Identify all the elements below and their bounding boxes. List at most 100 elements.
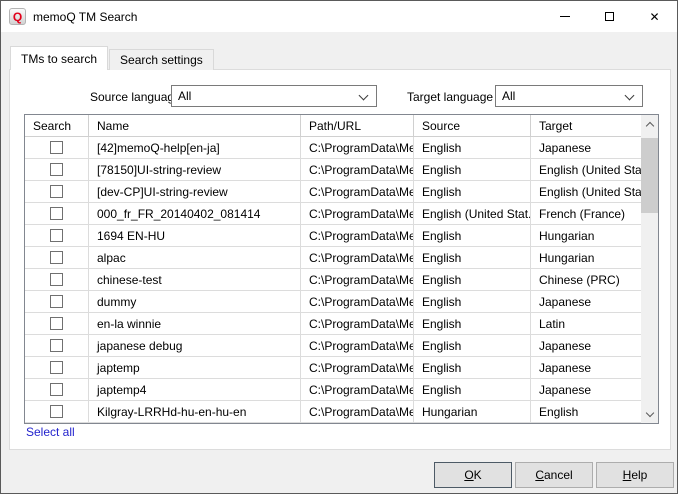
source-language-label: Source language — [90, 89, 181, 105]
row-checkbox[interactable] — [50, 273, 63, 286]
row-checkbox[interactable] — [50, 317, 63, 330]
tabstrip: TMs to search Search settings — [10, 46, 215, 70]
table-row[interactable]: [42]memoQ-help[en-ja] C:\ProgramData\Me.… — [25, 137, 641, 159]
row-name-cell: alpac — [89, 247, 301, 268]
source-language-select[interactable]: All — [171, 85, 377, 107]
row-search-cell — [25, 335, 89, 356]
row-checkbox[interactable] — [50, 361, 63, 374]
minimize-button[interactable] — [542, 1, 587, 32]
select-all-link[interactable]: Select all — [26, 425, 75, 439]
memoq-tm-search-dialog: Q memoQ TM Search ✕ TMs to search Search… — [0, 0, 678, 494]
help-button[interactable]: Help — [596, 462, 674, 488]
table-body: [42]memoQ-help[en-ja] C:\ProgramData\Me.… — [25, 137, 641, 423]
row-target-cell: English — [531, 401, 641, 422]
row-path-cell: C:\ProgramData\Me... — [301, 203, 414, 224]
row-search-cell — [25, 269, 89, 290]
column-header-name[interactable]: Name — [89, 115, 301, 136]
column-header-path-url[interactable]: Path/URL — [301, 115, 414, 136]
row-path-cell: C:\ProgramData\Me... — [301, 335, 414, 356]
row-target-cell: Hungarian — [531, 225, 641, 246]
table-row[interactable]: japtemp4 C:\ProgramData\Me... English Ja… — [25, 379, 641, 401]
vertical-scrollbar[interactable] — [641, 115, 658, 423]
row-search-cell — [25, 181, 89, 202]
row-checkbox[interactable] — [50, 405, 63, 418]
row-path-cell: C:\ProgramData\Me... — [301, 379, 414, 400]
row-name-cell: en-la winnie — [89, 313, 301, 334]
row-path-cell: C:\ProgramData\Me... — [301, 291, 414, 312]
scroll-up-button[interactable] — [641, 115, 658, 132]
table-row[interactable]: en-la winnie C:\ProgramData\Me... Englis… — [25, 313, 641, 335]
scroll-down-button[interactable] — [641, 406, 658, 423]
maximize-button[interactable] — [587, 1, 632, 32]
table-row[interactable]: japtemp C:\ProgramData\Me... English Jap… — [25, 357, 641, 379]
row-checkbox[interactable] — [50, 163, 63, 176]
table-row[interactable]: [dev-CP]UI-string-review C:\ProgramData\… — [25, 181, 641, 203]
tms-to-search-panel: Source language All Target language All … — [9, 69, 671, 450]
column-header-target[interactable]: Target — [531, 115, 641, 136]
row-search-cell — [25, 203, 89, 224]
tab-label: TMs to search — [21, 52, 97, 66]
row-name-cell: [dev-CP]UI-string-review — [89, 181, 301, 202]
cancel-button[interactable]: Cancel — [515, 462, 593, 488]
row-checkbox[interactable] — [50, 295, 63, 308]
row-search-cell — [25, 159, 89, 180]
row-name-cell: Kilgray-LRRHd-hu-en-hu-en — [89, 401, 301, 422]
row-search-cell — [25, 313, 89, 334]
row-source-cell: Hungarian — [414, 401, 531, 422]
tm-table: Search Name Path/URL Source Target [42]m… — [24, 114, 659, 424]
column-header-search[interactable]: Search — [25, 115, 89, 136]
table-row[interactable]: 000_fr_FR_20140402_081414 C:\ProgramData… — [25, 203, 641, 225]
table-row[interactable]: Kilgray-LRRHd-hu-en-hu-en C:\ProgramData… — [25, 401, 641, 423]
table-header: Search Name Path/URL Source Target — [25, 115, 658, 137]
row-source-cell: English — [414, 357, 531, 378]
row-checkbox[interactable] — [50, 207, 63, 220]
maximize-icon — [605, 12, 614, 21]
table-row[interactable]: 1694 EN-HU C:\ProgramData\Me... English … — [25, 225, 641, 247]
table-row[interactable]: alpac C:\ProgramData\Me... English Hunga… — [25, 247, 641, 269]
tab-tms-to-search[interactable]: TMs to search — [10, 46, 108, 70]
caption-buttons: ✕ — [542, 1, 677, 32]
row-source-cell: English — [414, 335, 531, 356]
row-target-cell: Hungarian — [531, 247, 641, 268]
row-search-cell — [25, 225, 89, 246]
row-source-cell: English (United Stat... — [414, 203, 531, 224]
row-source-cell: English — [414, 291, 531, 312]
ok-button[interactable]: OK — [434, 462, 512, 488]
target-language-select[interactable]: All — [495, 85, 643, 107]
row-name-cell: japtemp4 — [89, 379, 301, 400]
row-name-cell: 1694 EN-HU — [89, 225, 301, 246]
row-name-cell: 000_fr_FR_20140402_081414 — [89, 203, 301, 224]
row-target-cell: Chinese (PRC) — [531, 269, 641, 290]
row-source-cell: English — [414, 247, 531, 268]
row-checkbox[interactable] — [50, 251, 63, 264]
row-target-cell: Japanese — [531, 335, 641, 356]
row-checkbox[interactable] — [50, 229, 63, 242]
row-name-cell: [42]memoQ-help[en-ja] — [89, 137, 301, 158]
row-checkbox[interactable] — [50, 339, 63, 352]
close-button[interactable]: ✕ — [632, 1, 677, 32]
row-path-cell: C:\ProgramData\Me... — [301, 247, 414, 268]
scrollbar-thumb[interactable] — [641, 138, 658, 213]
table-row[interactable]: chinese-test C:\ProgramData\Me... Englis… — [25, 269, 641, 291]
row-source-cell: English — [414, 269, 531, 290]
row-search-cell — [25, 291, 89, 312]
chevron-down-icon — [359, 91, 369, 101]
column-header-source[interactable]: Source — [414, 115, 531, 136]
row-source-cell: English — [414, 313, 531, 334]
row-path-cell: C:\ProgramData\Me... — [301, 313, 414, 334]
row-name-cell: [78150]UI-string-review — [89, 159, 301, 180]
memoq-app-icon: Q — [9, 8, 26, 25]
tab-search-settings[interactable]: Search settings — [109, 49, 214, 70]
row-target-cell: Japanese — [531, 137, 641, 158]
table-row[interactable]: dummy C:\ProgramData\Me... English Japan… — [25, 291, 641, 313]
row-target-cell: English (United Sta... — [531, 159, 641, 180]
target-language-value: All — [502, 89, 515, 103]
row-checkbox[interactable] — [50, 185, 63, 198]
row-checkbox[interactable] — [50, 141, 63, 154]
row-checkbox[interactable] — [50, 383, 63, 396]
row-path-cell: C:\ProgramData\Me... — [301, 159, 414, 180]
table-row[interactable]: [78150]UI-string-review C:\ProgramData\M… — [25, 159, 641, 181]
row-source-cell: English — [414, 379, 531, 400]
table-row[interactable]: japanese debug C:\ProgramData\Me... Engl… — [25, 335, 641, 357]
row-search-cell — [25, 379, 89, 400]
